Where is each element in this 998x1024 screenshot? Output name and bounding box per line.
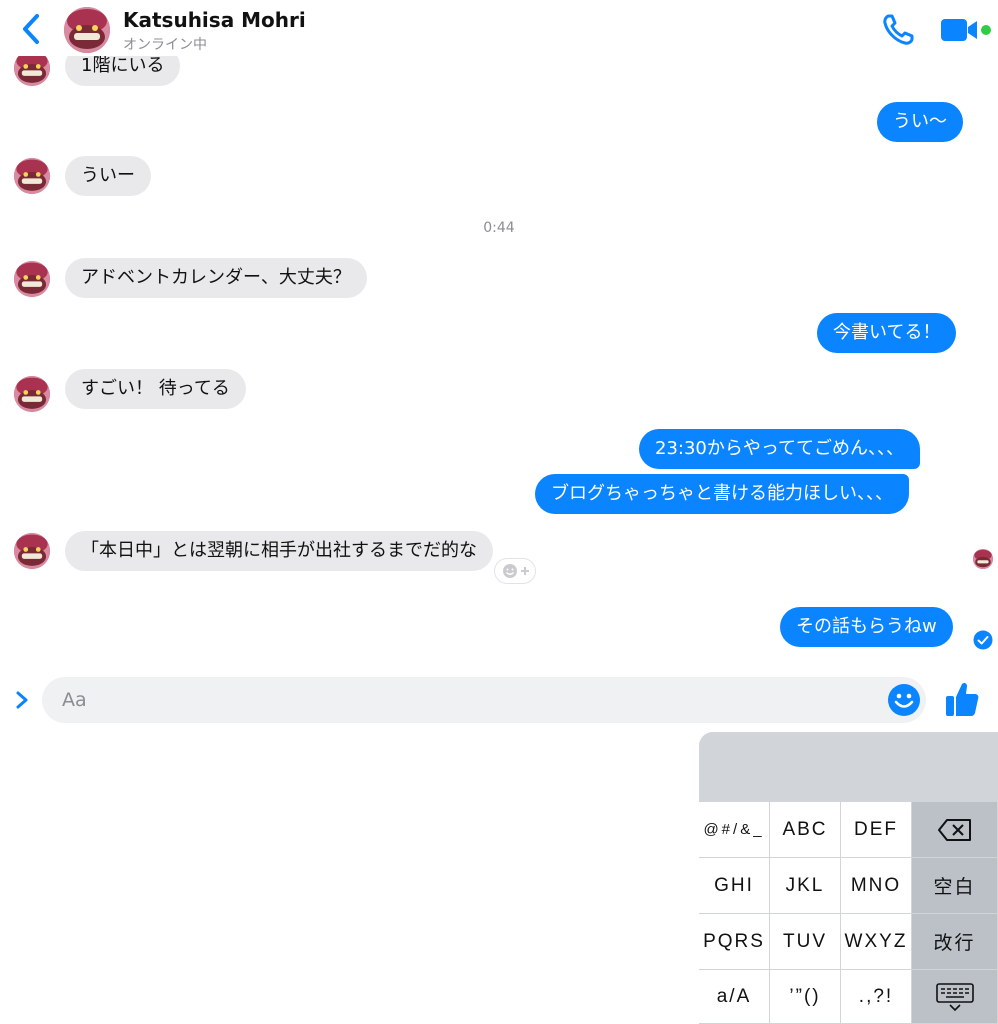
add-reaction-icon xyxy=(503,564,529,578)
video-call-icon[interactable] xyxy=(940,16,980,44)
emoji-icon[interactable] xyxy=(887,683,921,717)
message-bubble-outgoing[interactable]: その話もらうねw xyxy=(780,607,953,647)
thumbs-up-icon[interactable] xyxy=(944,680,980,718)
contact-status: オンライン中 xyxy=(123,37,207,53)
message-bubble-incoming[interactable]: 「本日中」とは翌朝に相手が出社するまでだ的な xyxy=(65,531,493,571)
contact-avatar[interactable] xyxy=(64,7,110,53)
sender-avatar[interactable] xyxy=(14,376,50,412)
backspace-icon xyxy=(937,818,971,841)
key-return[interactable]: 改行 xyxy=(912,914,998,970)
phone-icon[interactable] xyxy=(880,12,916,48)
timestamp: 0:44 xyxy=(483,220,515,236)
key-ghi[interactable]: GHI xyxy=(699,858,770,914)
message-bubble-outgoing[interactable]: 今書いてる！ xyxy=(817,313,957,353)
keyboard-dismiss-icon xyxy=(935,982,974,1011)
message-bubble-outgoing[interactable]: うい〜 xyxy=(877,102,963,142)
chat-header: Katsuhisa Mohri オンライン中 xyxy=(0,0,998,56)
online-status-dot xyxy=(981,25,991,35)
expand-actions-chevron-icon[interactable] xyxy=(12,688,32,712)
key-tuv[interactable]: TUV xyxy=(770,914,841,970)
sender-avatar[interactable] xyxy=(14,158,50,194)
key-symbols[interactable]: @#/&_ xyxy=(699,802,770,858)
sender-avatar[interactable] xyxy=(14,533,50,569)
message-input[interactable] xyxy=(42,677,926,723)
key-quotes-parens[interactable]: ’”() xyxy=(770,970,841,1024)
back-chevron-icon[interactable] xyxy=(18,12,46,46)
message-bubble-incoming[interactable]: ういー xyxy=(65,156,151,196)
key-dismiss-keyboard[interactable] xyxy=(912,970,998,1024)
key-punctuation[interactable]: .,?! xyxy=(841,970,912,1024)
message-bubble-incoming[interactable]: すごい！ 待ってる xyxy=(65,369,246,409)
message-bubble-outgoing[interactable]: 23:30からやっててごめん、、、 xyxy=(639,429,920,469)
read-receipt-avatar xyxy=(973,549,993,569)
on-screen-keyboard: @#/&_ ABC DEF GHI JKL MNO 空白 PQRS TUV WX… xyxy=(699,732,998,1024)
key-space[interactable]: 空白 xyxy=(912,858,998,914)
message-bubble-incoming[interactable]: アドベントカレンダー、大丈夫？ xyxy=(65,258,367,298)
key-def[interactable]: DEF xyxy=(841,802,912,858)
key-mno[interactable]: MNO xyxy=(841,858,912,914)
key-wxyz[interactable]: WXYZ xyxy=(841,914,912,970)
delivered-check-icon xyxy=(973,630,993,650)
contact-name[interactable]: Katsuhisa Mohri xyxy=(123,8,306,32)
add-reaction-button[interactable] xyxy=(495,559,535,583)
key-case-toggle[interactable]: a/A xyxy=(699,970,770,1024)
key-pqrs[interactable]: PQRS xyxy=(699,914,770,970)
key-backspace[interactable] xyxy=(912,802,998,858)
sender-avatar[interactable] xyxy=(14,261,50,297)
keyboard-candidate-bar xyxy=(699,732,998,802)
message-bubble-outgoing[interactable]: ブログちゃっちゃと書ける能力ほしい、、、 xyxy=(535,474,909,514)
key-jkl[interactable]: JKL xyxy=(770,858,841,914)
key-abc[interactable]: ABC xyxy=(770,802,841,858)
